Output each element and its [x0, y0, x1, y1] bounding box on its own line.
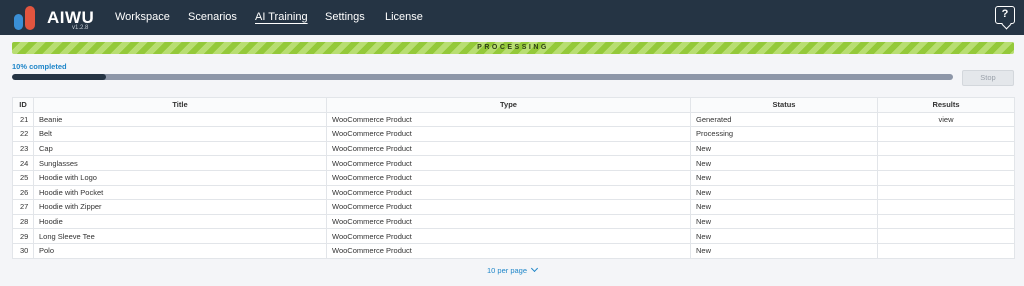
cell-results [877, 169, 1015, 186]
cell-title: Sunglasses [33, 155, 327, 171]
help-question-icon[interactable]: ? [995, 6, 1015, 24]
cell-type: WooCommerce Product [326, 199, 691, 215]
cell-type: WooCommerce Product [326, 126, 691, 142]
column-header-results[interactable]: Results [877, 97, 1015, 113]
cell-id: 22 [12, 126, 34, 142]
cell-type: WooCommerce Product [326, 242, 691, 259]
nav-license[interactable]: License [385, 11, 423, 23]
cell-title: Long Sleeve Tee [33, 228, 327, 244]
cell-status: Processing [690, 126, 878, 142]
cell-results [877, 242, 1015, 259]
cell-id: 27 [12, 199, 34, 215]
chevron-down-icon[interactable] [530, 264, 539, 273]
nav-ai-training[interactable]: AI Training [255, 11, 308, 23]
cell-title: Hoodie with Logo [33, 169, 327, 186]
cell-status: New [690, 140, 878, 157]
table-row: 22 Belt WooCommerce Product Processing [12, 126, 1015, 142]
cell-status: New [690, 242, 878, 259]
cell-results [877, 213, 1015, 230]
cell-title: Hoodie with Pocket [33, 184, 327, 201]
column-header-id[interactable]: ID [12, 97, 34, 113]
cell-status: New [690, 184, 878, 201]
cell-id: 23 [12, 140, 34, 157]
table-row: 21 Beanie WooCommerce Product Generated view [12, 111, 1015, 128]
cell-results [877, 155, 1015, 171]
progress-bar [12, 74, 953, 80]
cell-results: view [877, 111, 1015, 128]
cell-id: 26 [12, 184, 34, 201]
cell-id: 29 [12, 228, 34, 244]
processing-label: PROCESSING [477, 44, 549, 51]
view-result-link[interactable]: view [938, 115, 953, 124]
cell-type: WooCommerce Product [326, 213, 691, 230]
app-version: v1.2.8 [72, 25, 89, 31]
cell-title: Belt [33, 126, 327, 142]
cell-title: Cap [33, 140, 327, 157]
cell-type: WooCommerce Product [326, 228, 691, 244]
cell-id: 30 [12, 242, 34, 259]
aiwu-logo-icon[interactable] [12, 4, 40, 30]
table-row: 30 Polo WooCommerce Product New [12, 242, 1015, 259]
cell-status: New [690, 199, 878, 215]
cell-type: WooCommerce Product [326, 184, 691, 201]
cell-status: New [690, 155, 878, 171]
cell-type: WooCommerce Product [326, 140, 691, 157]
table-row: 23 Cap WooCommerce Product New [12, 140, 1015, 157]
cell-type: WooCommerce Product [326, 155, 691, 171]
cell-results [877, 199, 1015, 215]
cell-status: New [690, 228, 878, 244]
cell-type: WooCommerce Product [326, 169, 691, 186]
cell-results [877, 140, 1015, 157]
cell-results [877, 228, 1015, 244]
cell-id: 21 [12, 111, 34, 128]
table-row: 28 Hoodie WooCommerce Product New [12, 213, 1015, 230]
table-row: 26 Hoodie with Pocket WooCommerce Product N… [12, 184, 1015, 201]
processing-banner: PROCESSING [12, 42, 1014, 54]
table-row: 29 Long Sleeve Tee WooCommerce Product New [12, 228, 1015, 244]
cell-id: 25 [12, 169, 34, 186]
cell-status: New [690, 213, 878, 230]
cell-results [877, 126, 1015, 142]
cell-title: Hoodie [33, 213, 327, 230]
cell-status: Generated [690, 111, 878, 128]
nav-settings[interactable]: Settings [325, 11, 365, 23]
table-row: 27 Hoodie with Zipper WooCommerce Product N… [12, 199, 1015, 215]
nav-workspace[interactable]: Workspace [115, 11, 170, 23]
cell-title: Hoodie with Zipper [33, 199, 327, 215]
column-header-type[interactable]: Type [326, 97, 691, 113]
column-header-title[interactable]: Title [33, 97, 327, 113]
table-row: 25 Hoodie with Logo WooCommerce Product New [12, 169, 1015, 186]
stop-button[interactable]: Stop [962, 70, 1014, 86]
top-navbar: AIWU v1.2.8 Workspace Scenarios AI Train… [0, 0, 1024, 35]
cell-id: 24 [12, 155, 34, 171]
nav-scenarios[interactable]: Scenarios [188, 11, 237, 23]
column-header-status[interactable]: Status [690, 97, 878, 113]
cell-title: Polo [33, 242, 327, 259]
progress-label: 10% completed [12, 62, 67, 71]
per-page-selector[interactable]: 10 per page [0, 264, 1024, 275]
cell-type: WooCommerce Product [326, 111, 691, 128]
cell-status: New [690, 169, 878, 186]
cell-results [877, 184, 1015, 201]
per-page-label[interactable]: 10 per page [487, 266, 527, 275]
cell-title: Beanie [33, 111, 327, 128]
progress-bar-fill [12, 74, 107, 80]
table-row: 24 Sunglasses WooCommerce Product New [12, 155, 1015, 171]
table-header-row: ID Title Type Status Results [12, 97, 1015, 113]
training-items-table: ID Title Type Status Results 21 Beanie Woo… [12, 97, 1015, 259]
cell-id: 28 [12, 213, 34, 230]
